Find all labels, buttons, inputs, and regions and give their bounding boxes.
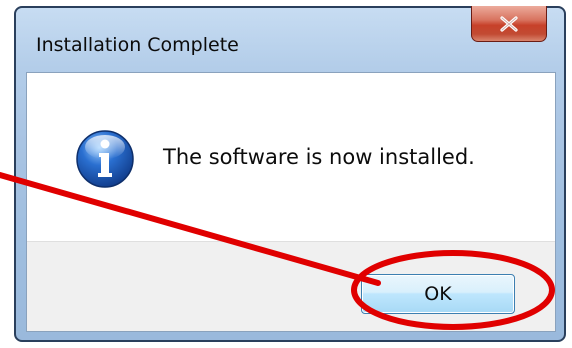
- message-area: The software is now installed.: [27, 73, 555, 241]
- info-icon: [76, 130, 134, 188]
- screenshot-stage: Installation Complete The software is no…: [0, 0, 572, 348]
- close-button[interactable]: [471, 6, 547, 42]
- dialog-client-area: The software is now installed. OK: [26, 72, 556, 332]
- dialog-title: Installation Complete: [36, 34, 239, 56]
- button-bar: OK: [27, 241, 555, 331]
- dialog-message: The software is now installed.: [163, 145, 475, 169]
- dialog-window: Installation Complete The software is no…: [14, 6, 566, 342]
- ok-button[interactable]: OK: [361, 274, 515, 314]
- close-icon: [500, 15, 518, 32]
